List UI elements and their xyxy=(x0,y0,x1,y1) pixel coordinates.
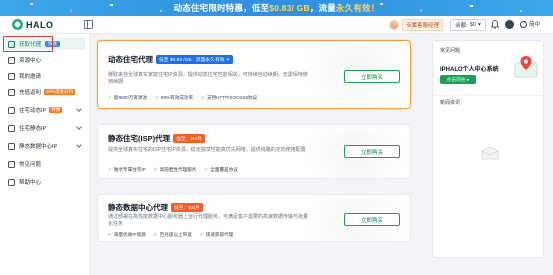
price-badge: 低至：$5/月 xyxy=(173,134,205,143)
price-badge: 低至：$3/月 xyxy=(171,203,203,212)
feature-item: 全面覆盖协议 xyxy=(204,167,238,173)
cashback-tag: 20%现金返利 xyxy=(44,89,76,95)
active-item-highlight xyxy=(3,36,53,52)
sidebar-item-static-datacenter[interactable]: 静态数据中心IP xyxy=(5,140,85,152)
chevron-down-icon xyxy=(76,106,82,112)
sidebar-item-recharge[interactable]: 充值返利 20%现金返利 xyxy=(5,86,85,98)
sidebar-item-label: 住宅动态IP xyxy=(19,108,47,114)
manager-label: 专属客服经理 xyxy=(402,19,444,31)
recharge-icon xyxy=(8,88,15,96)
language-selector[interactable]: 简中 xyxy=(520,20,540,28)
product-description: 提供全球真实住宅的ISP住宅IP资源，稳定独享性能高优先网络，提供线路的定向使用… xyxy=(108,147,306,153)
sidebar-item-label: 充值返利 xyxy=(19,90,42,96)
globe-icon xyxy=(520,20,527,28)
sidebar-item-static-residential[interactable]: 住宅静态IP xyxy=(5,122,85,134)
static-ip-icon xyxy=(8,124,15,132)
logo[interactable]: HALO xyxy=(12,19,54,30)
news-title: 新闻资讯 xyxy=(440,100,461,106)
top-header: HALO 专属客服经理 余额: $0 ▾ 简中 xyxy=(0,16,553,34)
user-icon[interactable] xyxy=(505,20,514,29)
product-features: 超9000万资源池 99%有效成功率 支持HTTP/SOCKS5协议 xyxy=(108,95,257,101)
product-title: 静态住宅(ISP)代理 低至：$5/月 xyxy=(108,133,205,144)
dynamic-ip-icon xyxy=(8,106,15,114)
sale-tag: 特惠 xyxy=(49,107,63,113)
logo-text: HALO xyxy=(26,19,54,30)
product-title-text: 静态数据中心代理 xyxy=(108,203,168,212)
sidebar-item-dynamic-residential[interactable]: 住宅动态IP 特惠 xyxy=(5,104,85,116)
world-map-background xyxy=(284,129,404,189)
feature-item: 99%有效成功率 xyxy=(155,95,193,101)
sidebar-item-faq[interactable]: 常见问题 xyxy=(5,158,85,170)
right-info-panel: 常见问题 IPHALO个人中心系统 点击前往 ▸ 新闻资讯 xyxy=(432,40,545,258)
buy-now-button[interactable]: 立即购买 xyxy=(344,70,400,83)
empty-state-icon xyxy=(481,146,499,160)
manager-avatar xyxy=(389,20,399,30)
chevron-down-icon xyxy=(76,142,82,148)
chevron-down-icon xyxy=(76,124,82,130)
account-manager[interactable]: 专属客服经理 xyxy=(389,19,444,31)
go-button[interactable]: 点击前往 ▸ xyxy=(440,75,476,84)
promo-part-1: 动态住宅限时特惠，低至 xyxy=(173,3,270,13)
world-map-background xyxy=(284,199,404,259)
promo-banner[interactable]: 动态住宅限时特惠，低至$0.83/ GB，流量永久有效！ xyxy=(0,0,553,16)
panel-divider xyxy=(433,95,545,96)
sidebar-item-label: 我的邀请 xyxy=(19,74,42,80)
feature-item: 快速获取代理 xyxy=(200,232,234,238)
faq-title: 常见问题 xyxy=(440,48,461,54)
buy-now-button[interactable]: 立即购买 xyxy=(344,145,400,158)
promo-part-2: ，流量 xyxy=(309,3,336,13)
bell-icon[interactable] xyxy=(491,20,499,29)
system-subtitle: IPHALO个人中心系统 xyxy=(440,67,499,73)
chevron-down-icon: ▾ xyxy=(477,22,481,28)
product-features: 独享专属住宅IP 高隐匿性代理服务 全面覆盖协议 xyxy=(108,167,238,173)
sidebar: 获取代理 快速 资源中心 我的邀请 充值返利 20%现金返利 住宅动态IP 特惠… xyxy=(0,34,90,275)
product-title: 动态住宅代理 低至 $0.83 /GB · 流量永久有效 ✈ xyxy=(108,54,233,65)
map-pin-illustration xyxy=(514,56,538,78)
faq-icon xyxy=(8,160,15,168)
product-description: 通过部署在高性能数据中心服务器上运行代理服务，可满足客户需要的高速数据传输与批量… xyxy=(108,214,309,227)
feature-item: 海量优质IP资源 xyxy=(108,232,146,238)
buy-now-button[interactable]: 立即购买 xyxy=(344,213,400,226)
feature-item: 支持HTTP/SOCKS5协议 xyxy=(201,95,257,101)
sidebar-item-invite[interactable]: 我的邀请 xyxy=(5,70,85,82)
balance-widget[interactable]: 余额: $0 ▾ xyxy=(450,19,486,31)
sidebar-item-help-center[interactable]: 帮助中心 xyxy=(5,176,85,188)
product-features: 海量优质IP资源 百兆级以上带宽 快速获取代理 xyxy=(108,232,233,238)
sidebar-item-resource-center[interactable]: 资源中心 xyxy=(5,54,85,66)
feature-item: 独享专属住宅IP xyxy=(108,167,146,173)
feature-item: 超9000万资源池 xyxy=(108,95,147,101)
promo-part-3: 永久有效！ xyxy=(335,3,380,13)
sidebar-collapse-icon[interactable] xyxy=(84,20,93,29)
promo-text: 动态住宅限时特惠，低至$0.83/ GB，流量永久有效！ xyxy=(174,2,380,14)
price-badge: 低至 $0.83 /GB · 流量永久有效 ✈ xyxy=(156,55,233,64)
sidebar-item-label: 帮助中心 xyxy=(19,180,42,186)
product-title-text: 动态住宅代理 xyxy=(108,55,153,64)
datacenter-icon xyxy=(8,142,15,150)
product-title-text: 静态住宅(ISP)代理 xyxy=(108,134,171,143)
logo-icon xyxy=(12,19,23,30)
product-title: 静态数据中心代理 低至：$3/月 xyxy=(108,202,203,213)
product-card-static-datacenter: 静态数据中心代理 低至：$3/月 通过部署在高性能数据中心服务器上运行代理服务，可… xyxy=(97,194,411,259)
resource-icon xyxy=(8,56,15,64)
sidebar-item-label: 常见问题 xyxy=(19,162,42,168)
help-icon xyxy=(8,178,15,186)
product-card-static-isp: 静态住宅(ISP)代理 低至：$5/月 提供全球真实住宅的ISP住宅IP资源，稳定… xyxy=(97,124,411,189)
sidebar-item-label: 资源中心 xyxy=(19,58,42,64)
product-description: 赚取来自全球真实家庭住宅IP资源，提供动态住宅性能相关，可持续自动续期，无需保持… xyxy=(108,72,308,85)
product-card-dynamic-residential: 动态住宅代理 低至 $0.83 /GB · 流量永久有效 ✈ 赚取来自全球真实家庭… xyxy=(97,40,411,109)
sidebar-item-label: 静态数据中心IP xyxy=(19,144,58,150)
balance-label: 余额: xyxy=(455,23,468,29)
language-label: 简中 xyxy=(529,22,541,28)
balance-value: $0 xyxy=(469,22,476,28)
sidebar-item-label: 住宅静态IP xyxy=(19,126,47,132)
promo-price: $0.83/ GB xyxy=(269,3,310,13)
invite-icon xyxy=(8,72,15,80)
feature-item: 高隐匿性代理服务 xyxy=(154,167,197,173)
feature-item: 百兆级以上带宽 xyxy=(154,232,192,238)
